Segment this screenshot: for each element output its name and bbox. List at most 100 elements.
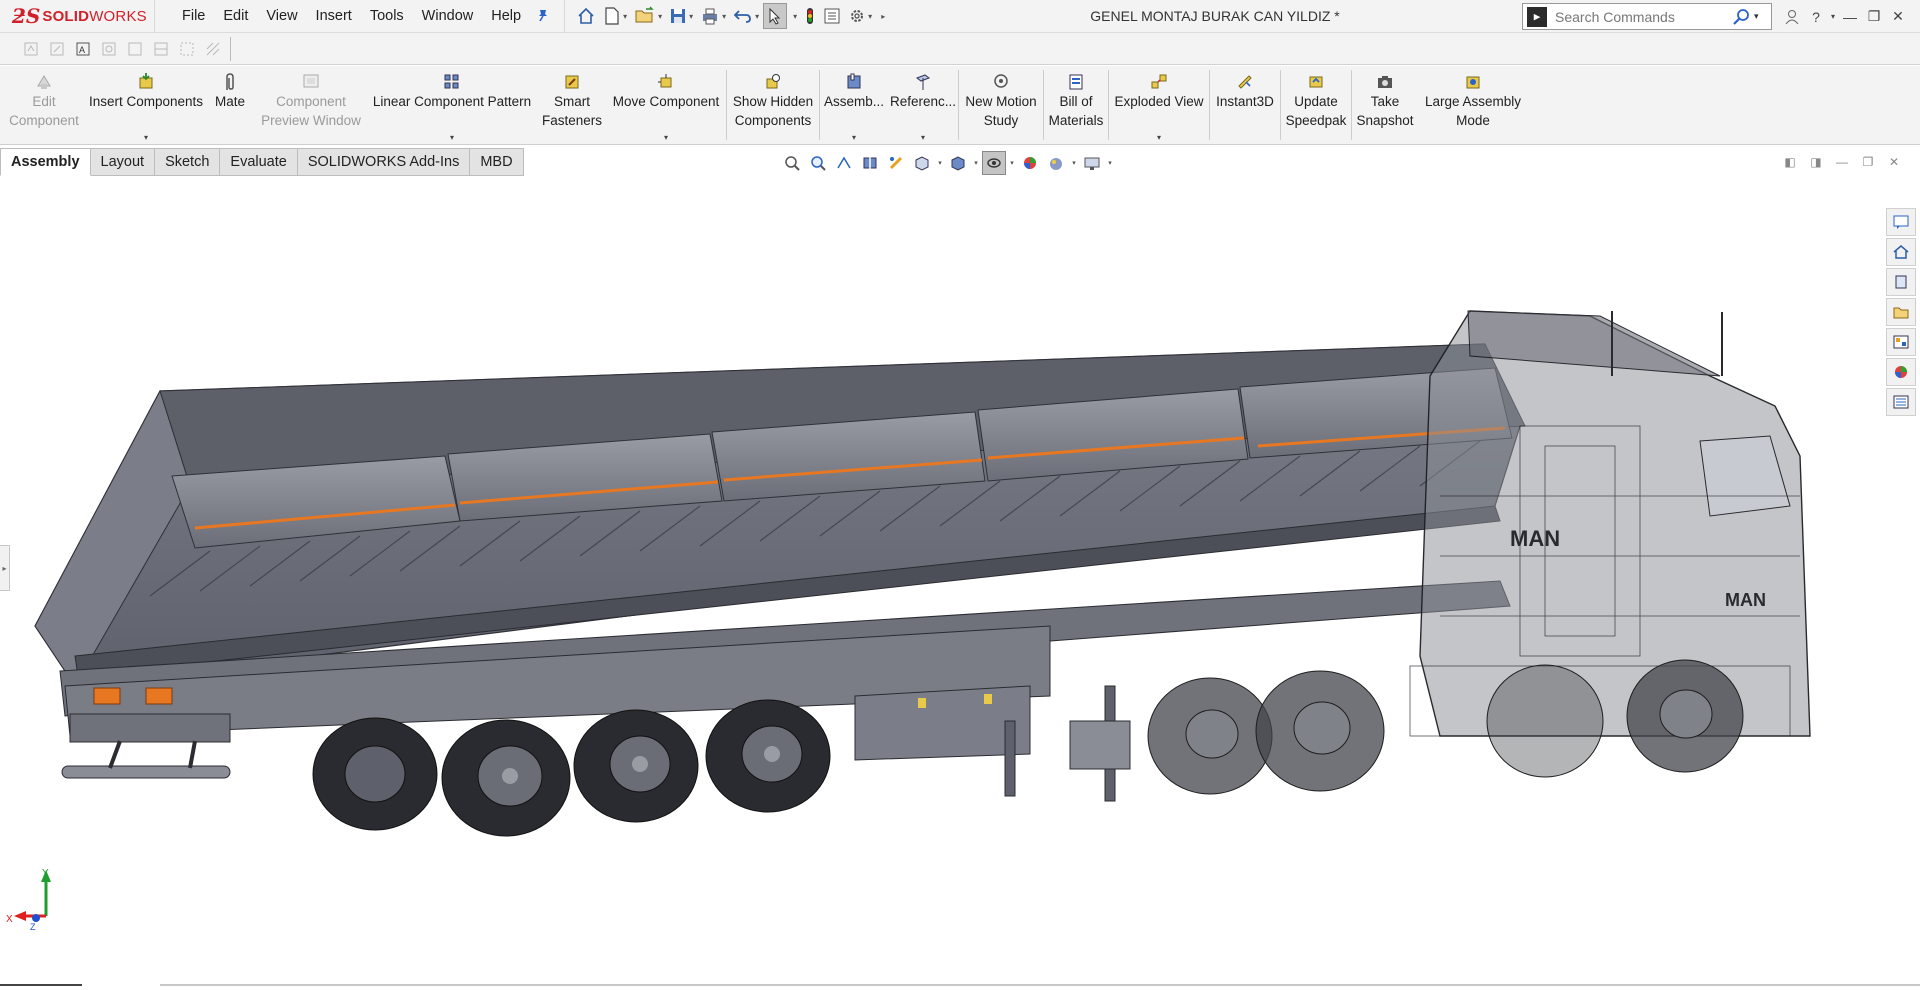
display-style-caret[interactable]: ▾	[972, 159, 980, 167]
file-explorer-icon[interactable]	[1886, 298, 1916, 326]
annotation-icon[interactable]: A	[70, 37, 96, 61]
select-cursor-icon[interactable]	[763, 3, 788, 29]
solidworks-resources-icon[interactable]	[1886, 208, 1916, 236]
weld-symbol-icon[interactable]	[200, 37, 226, 61]
open-folder-icon[interactable]: ▾	[631, 3, 665, 29]
menu-file[interactable]: File	[173, 0, 214, 33]
menu-help[interactable]: Help	[482, 0, 530, 33]
help-icon[interactable]: ?	[1804, 0, 1828, 33]
insert-components-caret[interactable]: ▾	[144, 133, 148, 142]
restore-icon[interactable]: ❐	[1862, 0, 1886, 33]
solidworks-logo[interactable]: ƻS SOLIDWORKS	[0, 0, 155, 33]
move-component-caret[interactable]: ▾	[664, 133, 668, 142]
help-caret[interactable]: ▾	[1828, 0, 1838, 33]
heads-up-view-toolbar: ▾ ▾ ▾ ▾ ▾	[780, 150, 1114, 176]
viewport-restore-icon[interactable]: ❐	[1858, 152, 1878, 172]
linear-component-pattern-button[interactable]: Linear Component Pattern ▾	[366, 66, 538, 144]
section-view-icon[interactable]	[858, 151, 882, 175]
linear-pattern-caret[interactable]: ▾	[450, 133, 454, 142]
take-snapshot-button[interactable]: Take Snapshot	[1352, 66, 1418, 144]
edit-appearance-icon[interactable]	[1018, 151, 1042, 175]
menu-edit[interactable]: Edit	[214, 0, 257, 33]
assembly-features-button[interactable]: Assemb... ▾	[820, 66, 888, 144]
note-icon[interactable]	[44, 37, 70, 61]
view-palette-icon[interactable]	[1886, 328, 1916, 356]
reference-geometry-button[interactable]: Referenc... ▾	[888, 66, 958, 144]
file-properties-icon[interactable]	[820, 3, 844, 29]
hide-show-items-icon[interactable]	[982, 151, 1006, 175]
linear-component-pattern-label: Linear Component Pattern	[372, 94, 532, 109]
viewport-next-icon[interactable]: ◨	[1806, 152, 1826, 172]
surface-finish-icon[interactable]	[122, 37, 148, 61]
zoom-to-fit-icon[interactable]	[780, 151, 804, 175]
print-icon[interactable]: ▾	[697, 3, 729, 29]
smart-dimension-icon[interactable]	[18, 37, 44, 61]
truck-trailer-model[interactable]: MAN MAN	[0, 176, 1880, 876]
new-motion-study-button[interactable]: New Motion Study	[959, 66, 1043, 144]
insert-components-button[interactable]: Insert Components ▾	[88, 66, 204, 144]
hatch-icon[interactable]	[174, 37, 200, 61]
select-caret[interactable]: ▾	[788, 3, 800, 29]
new-document-icon[interactable]: ▾	[600, 3, 630, 29]
view-settings-caret[interactable]: ▾	[1106, 159, 1114, 167]
move-component-button[interactable]: Move Component ▾	[606, 66, 726, 144]
hide-show-caret[interactable]: ▾	[1008, 159, 1016, 167]
display-style-icon[interactable]	[946, 151, 970, 175]
rebuild-icon[interactable]	[801, 3, 819, 29]
datum-icon[interactable]	[148, 37, 174, 61]
close-icon[interactable]: ✕	[1886, 0, 1910, 33]
options-gear-icon[interactable]: ▾	[845, 3, 875, 29]
user-icon[interactable]	[1780, 0, 1804, 33]
insert-components-icon	[136, 72, 156, 92]
menu-window[interactable]: Window	[413, 0, 483, 33]
viewport-prev-icon[interactable]: ◧	[1780, 152, 1800, 172]
toolbar-overflow-icon[interactable]: ▸	[876, 3, 888, 29]
search-input[interactable]	[1555, 8, 1730, 25]
tab-solidworks-add-ins[interactable]: SOLIDWORKS Add-Ins	[297, 148, 471, 176]
view-settings-icon[interactable]	[1080, 151, 1104, 175]
large-assembly-mode-button[interactable]: Large Assembly Mode	[1418, 66, 1528, 144]
design-library-icon[interactable]	[1886, 268, 1916, 296]
appearances-icon[interactable]	[1886, 358, 1916, 386]
tab-layout[interactable]: Layout	[90, 148, 156, 176]
tab-assembly[interactable]: Assembly	[0, 148, 91, 176]
exploded-view-button[interactable]: Exploded View ▾	[1109, 66, 1209, 144]
update-speedpak-button[interactable]: Update Speedpak	[1281, 66, 1351, 144]
zoom-to-area-icon[interactable]	[806, 151, 830, 175]
dynamic-annotation-icon[interactable]	[884, 151, 908, 175]
viewport-minimize-icon[interactable]: —	[1832, 152, 1852, 172]
pin-icon[interactable]	[532, 8, 554, 25]
tab-evaluate[interactable]: Evaluate	[220, 148, 298, 176]
view-orientation-caret[interactable]: ▾	[936, 159, 944, 167]
mate-button[interactable]: Mate	[204, 66, 256, 144]
menu-insert[interactable]: Insert	[307, 0, 361, 33]
assembly-features-caret[interactable]: ▾	[852, 133, 856, 142]
tab-sketch[interactable]: Sketch	[155, 148, 221, 176]
smart-fasteners-button[interactable]: Smart Fasteners	[538, 66, 606, 144]
home-icon[interactable]	[573, 3, 599, 29]
search-dropdown-caret[interactable]: ▾	[1754, 11, 1759, 22]
exploded-view-caret[interactable]: ▾	[1157, 133, 1161, 142]
instant3d-button[interactable]: Instant3D	[1210, 66, 1280, 144]
menu-tools[interactable]: Tools	[361, 0, 413, 33]
reference-geometry-caret[interactable]: ▾	[921, 133, 925, 142]
viewport-close-icon[interactable]: ✕	[1884, 152, 1904, 172]
balloon-icon[interactable]	[96, 37, 122, 61]
minimize-icon[interactable]: —	[1838, 0, 1862, 33]
view-orientation-icon[interactable]	[910, 151, 934, 175]
show-hidden-components-button[interactable]: Show Hidden Components	[727, 66, 819, 144]
tab-mbd[interactable]: MBD	[470, 148, 524, 176]
component-preview-window-button[interactable]: Component Preview Window	[256, 66, 366, 144]
edit-component-button[interactable]: Edit Component	[0, 66, 88, 144]
custom-properties-icon[interactable]	[1886, 388, 1916, 416]
bill-of-materials-button[interactable]: Bill of Materials	[1044, 66, 1108, 144]
undo-icon[interactable]: ▾	[730, 3, 762, 29]
apply-scene-icon[interactable]	[1044, 151, 1068, 175]
menu-view[interactable]: View	[257, 0, 306, 33]
home-icon[interactable]	[1886, 238, 1916, 266]
search-icon[interactable]	[1730, 6, 1752, 28]
save-icon[interactable]: ▾	[666, 3, 696, 29]
previous-view-icon[interactable]	[832, 151, 856, 175]
search-commands[interactable]: ▶ ▾	[1522, 3, 1772, 30]
apply-scene-caret[interactable]: ▾	[1070, 159, 1078, 167]
